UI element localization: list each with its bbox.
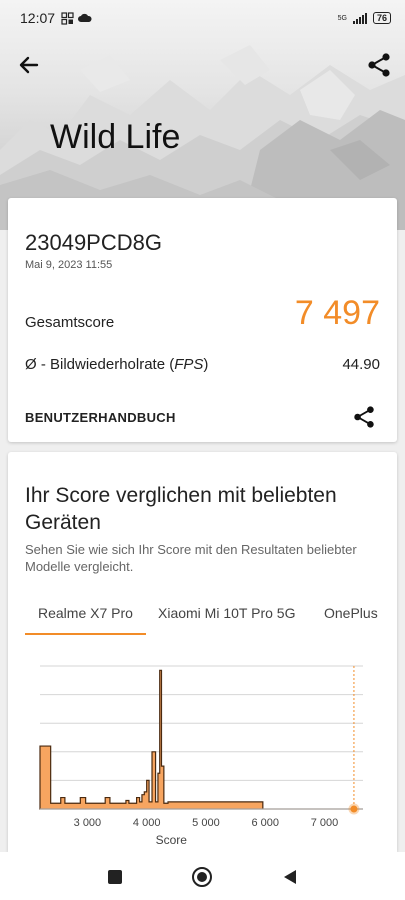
- compare-card: Ihr Score verglichen mit beliebten Gerät…: [8, 452, 397, 852]
- network-type: 5G: [337, 14, 347, 22]
- circle-home-icon[interactable]: [191, 866, 213, 888]
- compare-subtitle: Sehen Sie wie sich Ihr Score mit den Res…: [25, 542, 357, 574]
- fps-label-prefix: Ø - Bildwiederholrate (: [25, 356, 175, 373]
- tab-realme-x7-pro[interactable]: Realme X7 Pro: [38, 605, 133, 621]
- fps-value: 44.90: [342, 356, 380, 373]
- fps-label-suffix: ): [203, 356, 209, 373]
- x-tick-label: 6 000: [251, 817, 279, 829]
- result-card: 23049PCD8G Mai 9, 2023 11:55 Gesamtscore…: [8, 198, 397, 442]
- active-tab-indicator: [25, 633, 146, 635]
- score-label: Gesamtscore: [25, 314, 115, 331]
- share-icon[interactable]: [367, 52, 391, 78]
- notification-icons: [61, 11, 92, 25]
- x-tick-label: 3 000: [74, 817, 102, 829]
- grid-apps-icon: [61, 11, 74, 25]
- status-bar: 12:07 5G 76: [0, 0, 405, 36]
- triangle-back-icon[interactable]: [279, 866, 301, 888]
- status-right-icons: 5G 76: [338, 12, 391, 24]
- x-axis-label: Score: [156, 833, 188, 847]
- battery-icon: 76: [372, 12, 391, 24]
- system-nav-bar: [0, 852, 405, 900]
- status-time: 12:07: [20, 10, 56, 26]
- page-title: Wild Life: [50, 118, 181, 156]
- share-icon[interactable]: [353, 405, 375, 429]
- score-distribution-chart: 3 000 4 000 5 000 6 000 7 000 Score: [39, 665, 363, 847]
- compare-title: Ihr Score verglichen mit beliebten Gerät…: [25, 484, 337, 534]
- score-value: 7 497: [294, 294, 380, 332]
- device-name: 23049PCD8G: [25, 230, 162, 255]
- your-score-marker: [350, 805, 358, 813]
- device-tabs: Realme X7 Pro Xiaomi Mi 10T Pro 5G OnePl…: [8, 597, 397, 635]
- signal-icon: [352, 12, 367, 24]
- tab-oneplus[interactable]: OnePlus: [324, 605, 378, 621]
- x-tick-label: 4 000: [133, 817, 161, 829]
- user-manual-link[interactable]: BENUTZERHANDBUCH: [25, 410, 176, 425]
- fps-label: Ø - Bildwiederholrate (FPS): [25, 356, 208, 373]
- result-date: Mai 9, 2023 11:55: [25, 259, 113, 271]
- x-tick-label: 7 000: [311, 817, 339, 829]
- fps-label-italic: FPS: [174, 356, 204, 373]
- arrow-left-icon[interactable]: [16, 52, 42, 78]
- x-tick-label: 5 000: [192, 817, 220, 829]
- distribution-area: [39, 669, 363, 810]
- square-icon[interactable]: [104, 866, 126, 888]
- tab-xiaomi-mi-10t-pro[interactable]: Xiaomi Mi 10T Pro 5G: [158, 605, 295, 621]
- cloud-icon: [78, 13, 92, 22]
